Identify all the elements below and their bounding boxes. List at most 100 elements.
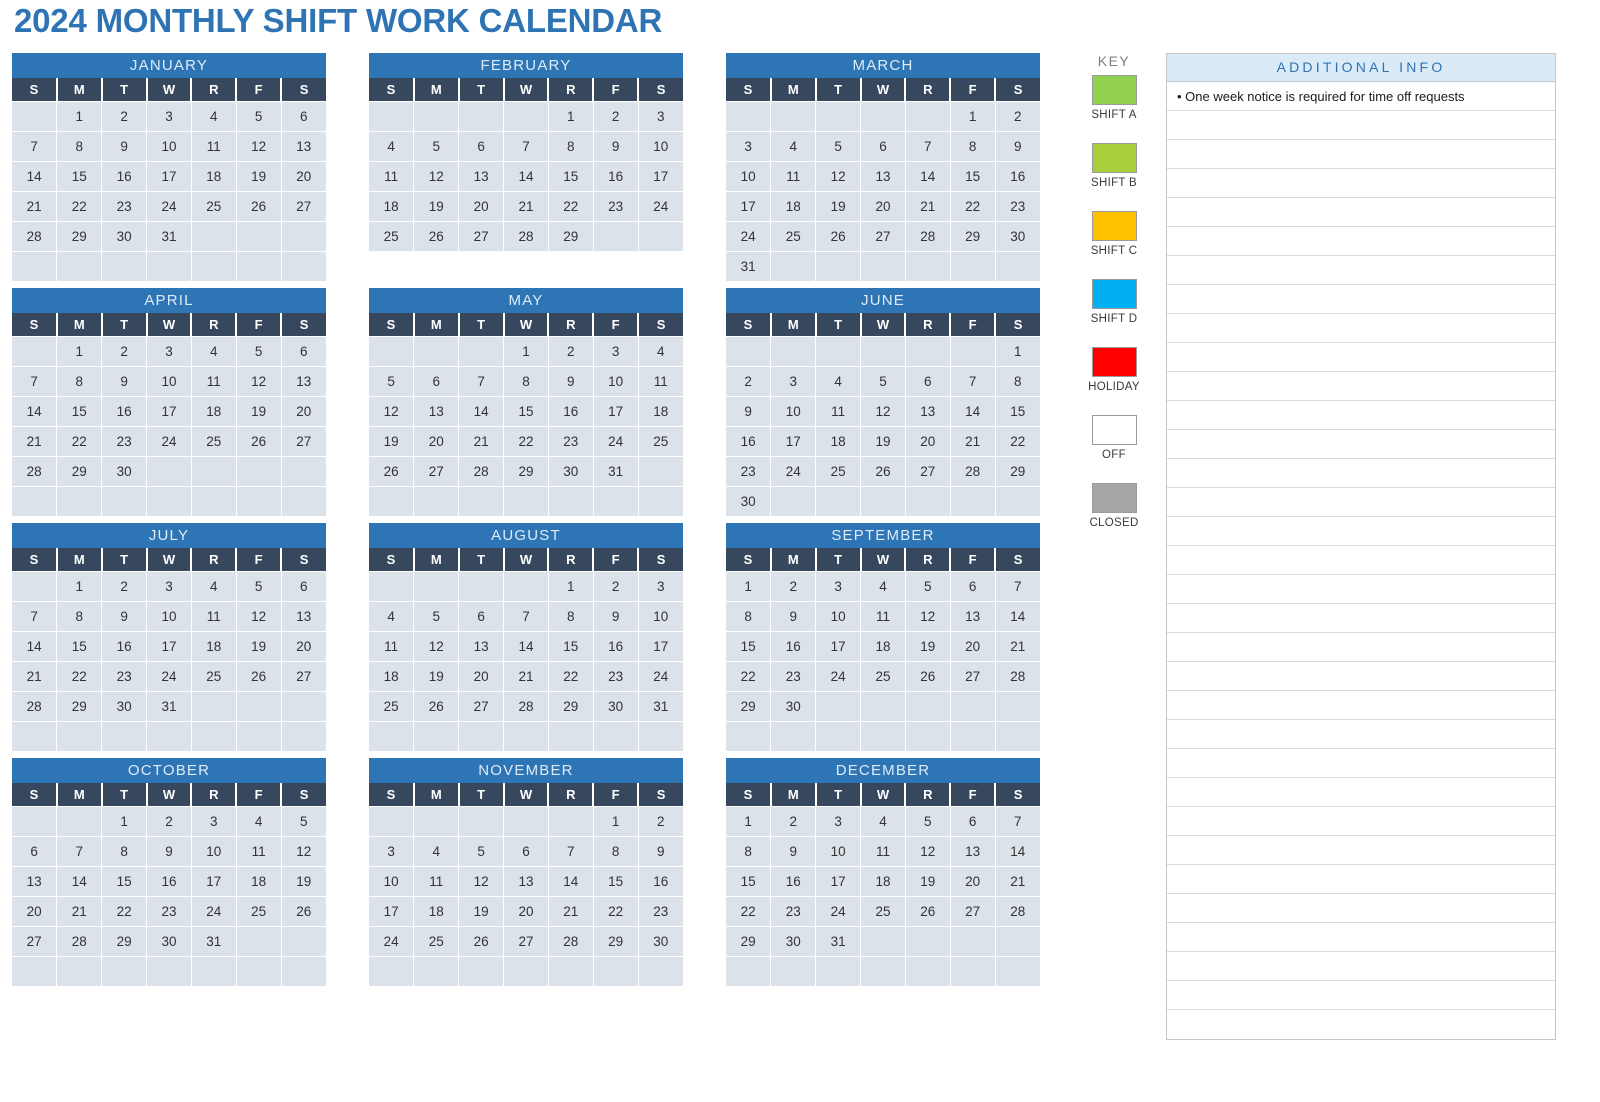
day-cell[interactable]: 17 bbox=[815, 631, 862, 662]
day-cell[interactable]: 31 bbox=[146, 691, 192, 722]
day-cell[interactable] bbox=[12, 486, 58, 517]
day-cell[interactable] bbox=[995, 486, 1040, 517]
additional-info-row[interactable] bbox=[1167, 285, 1555, 314]
day-cell[interactable]: 19 bbox=[860, 426, 906, 457]
day-cell[interactable]: 14 bbox=[905, 161, 951, 192]
day-cell[interactable]: 25 bbox=[191, 191, 237, 222]
day-cell[interactable] bbox=[770, 251, 817, 282]
day-cell[interactable]: 30 bbox=[548, 456, 594, 487]
day-cell[interactable]: 24 bbox=[593, 426, 639, 457]
day-cell[interactable]: 4 bbox=[236, 806, 282, 837]
day-cell[interactable]: 21 bbox=[12, 426, 58, 457]
day-cell[interactable]: 15 bbox=[950, 161, 996, 192]
day-cell[interactable]: 6 bbox=[860, 131, 906, 162]
day-cell[interactable] bbox=[191, 251, 237, 282]
day-cell[interactable]: 10 bbox=[638, 601, 683, 632]
day-cell[interactable] bbox=[56, 251, 103, 282]
additional-info-row[interactable] bbox=[1167, 314, 1555, 343]
day-cell[interactable]: 25 bbox=[369, 221, 415, 252]
day-cell[interactable]: 2 bbox=[101, 336, 148, 367]
day-cell[interactable]: 8 bbox=[726, 836, 772, 867]
day-cell[interactable] bbox=[281, 251, 326, 282]
day-cell[interactable]: 2 bbox=[726, 366, 772, 397]
day-cell[interactable] bbox=[146, 721, 192, 752]
additional-info-row[interactable] bbox=[1167, 1010, 1555, 1039]
day-cell[interactable]: 19 bbox=[236, 396, 282, 427]
day-cell[interactable] bbox=[413, 721, 460, 752]
day-cell[interactable]: 14 bbox=[503, 631, 549, 662]
day-cell[interactable]: 31 bbox=[593, 456, 639, 487]
day-cell[interactable] bbox=[281, 956, 326, 987]
day-cell[interactable] bbox=[905, 336, 951, 367]
day-cell[interactable]: 20 bbox=[458, 191, 505, 222]
day-cell[interactable]: 5 bbox=[236, 101, 282, 132]
day-cell[interactable] bbox=[726, 336, 772, 367]
day-cell[interactable] bbox=[860, 251, 906, 282]
day-cell[interactable]: 14 bbox=[503, 161, 549, 192]
day-cell[interactable]: 24 bbox=[146, 426, 192, 457]
day-cell[interactable]: 1 bbox=[950, 101, 996, 132]
day-cell[interactable]: 2 bbox=[101, 571, 148, 602]
day-cell[interactable] bbox=[146, 456, 192, 487]
day-cell[interactable]: 1 bbox=[995, 336, 1040, 367]
day-cell[interactable]: 8 bbox=[101, 836, 148, 867]
day-cell[interactable] bbox=[12, 956, 58, 987]
day-cell[interactable]: 4 bbox=[638, 336, 683, 367]
day-cell[interactable]: 16 bbox=[101, 161, 148, 192]
day-cell[interactable]: 28 bbox=[950, 456, 996, 487]
day-cell[interactable]: 22 bbox=[56, 191, 103, 222]
day-cell[interactable]: 1 bbox=[548, 571, 594, 602]
day-cell[interactable]: 26 bbox=[236, 191, 282, 222]
day-cell[interactable] bbox=[146, 956, 192, 987]
day-cell[interactable]: 28 bbox=[12, 456, 58, 487]
day-cell[interactable]: 13 bbox=[950, 601, 996, 632]
day-cell[interactable]: 16 bbox=[726, 426, 772, 457]
day-cell[interactable]: 7 bbox=[12, 131, 58, 162]
day-cell[interactable]: 13 bbox=[503, 866, 549, 897]
day-cell[interactable]: 2 bbox=[593, 571, 639, 602]
day-cell[interactable]: 8 bbox=[593, 836, 639, 867]
additional-info-row[interactable] bbox=[1167, 198, 1555, 227]
day-cell[interactable]: 18 bbox=[413, 896, 460, 927]
day-cell[interactable]: 7 bbox=[995, 571, 1040, 602]
day-cell[interactable]: 20 bbox=[413, 426, 460, 457]
day-cell[interactable] bbox=[503, 956, 549, 987]
day-cell[interactable]: 28 bbox=[905, 221, 951, 252]
day-cell[interactable]: 23 bbox=[593, 661, 639, 692]
day-cell[interactable]: 21 bbox=[905, 191, 951, 222]
day-cell[interactable]: 5 bbox=[369, 366, 415, 397]
day-cell[interactable]: 15 bbox=[548, 161, 594, 192]
day-cell[interactable] bbox=[146, 486, 192, 517]
day-cell[interactable]: 10 bbox=[638, 131, 683, 162]
additional-info-row[interactable] bbox=[1167, 952, 1555, 981]
day-cell[interactable] bbox=[236, 221, 282, 252]
day-cell[interactable]: 19 bbox=[236, 631, 282, 662]
day-cell[interactable]: 23 bbox=[101, 661, 148, 692]
day-cell[interactable]: 24 bbox=[638, 661, 683, 692]
additional-info-row[interactable] bbox=[1167, 923, 1555, 952]
additional-info-row[interactable] bbox=[1167, 459, 1555, 488]
day-cell[interactable]: 17 bbox=[770, 426, 817, 457]
day-cell[interactable]: 11 bbox=[860, 836, 906, 867]
day-cell[interactable]: 21 bbox=[503, 661, 549, 692]
day-cell[interactable]: 2 bbox=[101, 101, 148, 132]
day-cell[interactable]: 13 bbox=[458, 161, 505, 192]
additional-info-row[interactable] bbox=[1167, 749, 1555, 778]
day-cell[interactable] bbox=[860, 956, 906, 987]
day-cell[interactable] bbox=[191, 956, 237, 987]
day-cell[interactable]: 21 bbox=[995, 631, 1040, 662]
day-cell[interactable] bbox=[236, 956, 282, 987]
day-cell[interactable] bbox=[458, 956, 505, 987]
additional-info-row[interactable] bbox=[1167, 894, 1555, 923]
additional-info-row[interactable] bbox=[1167, 575, 1555, 604]
day-cell[interactable]: 9 bbox=[995, 131, 1040, 162]
day-cell[interactable]: 29 bbox=[950, 221, 996, 252]
day-cell[interactable]: 28 bbox=[503, 691, 549, 722]
day-cell[interactable]: 20 bbox=[905, 426, 951, 457]
day-cell[interactable]: 22 bbox=[726, 661, 772, 692]
day-cell[interactable] bbox=[503, 101, 549, 132]
day-cell[interactable]: 15 bbox=[726, 866, 772, 897]
day-cell[interactable]: 30 bbox=[593, 691, 639, 722]
day-cell[interactable] bbox=[503, 806, 549, 837]
day-cell[interactable]: 14 bbox=[548, 866, 594, 897]
